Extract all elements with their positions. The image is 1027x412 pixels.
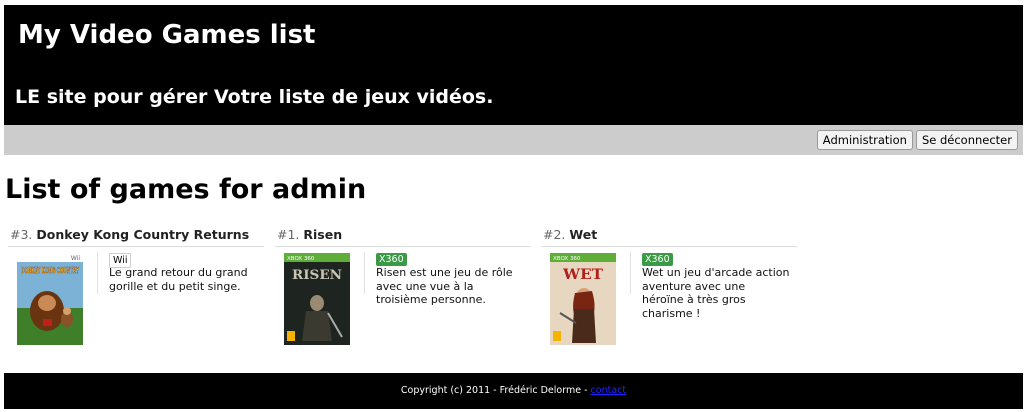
svg-text:RISEN: RISEN <box>292 268 342 283</box>
toolbar-buttons: Administration Se déconnecter <box>816 130 1018 150</box>
game-cover-image[interactable]: XBOX 360 WET <box>550 253 616 345</box>
site-header: My Video Games list LE site pour gérer V… <box>4 5 1023 125</box>
game-description: Wet un jeu d'arcade action aventure avec… <box>642 266 790 320</box>
site-title: My Video Games list <box>18 20 316 50</box>
card-divider <box>630 252 631 294</box>
game-card: #3. Donkey Kong Country Returns Wii DONK… <box>8 226 264 348</box>
admin-toolbar: Administration Se déconnecter <box>4 125 1023 155</box>
game-rank: #1. <box>277 227 300 242</box>
game-description: Le grand retour du grand gorille et du p… <box>109 266 248 293</box>
game-card: #1. Risen XBOX 360 RISEN X360 Risen est … <box>275 226 531 348</box>
platform-badge: X360 <box>642 253 673 266</box>
svg-text:XBOX 360: XBOX 360 <box>287 256 315 262</box>
copyright-text: Copyright (c) 2011 - Frédéric Delorme - <box>400 385 591 396</box>
card-divider <box>97 252 98 294</box>
game-cover-image[interactable]: XBOX 360 RISEN <box>284 253 350 345</box>
svg-text:XBOX 360: XBOX 360 <box>553 256 581 262</box>
game-title-row[interactable]: #2. Wet <box>541 226 797 247</box>
game-card: #2. Wet XBOX 360 WET X360 Wet un jeu d'a… <box>541 226 797 348</box>
svg-text:WET: WET <box>562 267 604 283</box>
game-title-row[interactable]: #3. Donkey Kong Country Returns <box>8 226 264 247</box>
game-name[interactable]: Risen <box>303 227 342 242</box>
game-name[interactable]: Donkey Kong Country Returns <box>36 227 249 242</box>
site-subtitle: LE site pour gérer Votre liste de jeux v… <box>15 86 494 108</box>
svg-text:Wii: Wii <box>71 255 80 262</box>
game-title-row[interactable]: #1. Risen <box>275 226 531 247</box>
game-description: Risen est une jeu de rôle avec une vue à… <box>376 266 513 306</box>
administration-button[interactable]: Administration <box>816 130 913 150</box>
logout-button[interactable]: Se déconnecter <box>915 130 1018 150</box>
game-rank: #3. <box>10 227 33 242</box>
platform-badge: X360 <box>376 253 407 266</box>
svg-text:DONKEY KONG COUNTRY: DONKEY KONG COUNTRY <box>21 266 79 275</box>
game-cover-image[interactable]: Wii DONKEY KONG COUNTRY <box>17 253 83 345</box>
card-divider <box>364 252 365 294</box>
contact-link[interactable]: contact <box>591 385 627 396</box>
page-title: List of games for admin <box>5 174 367 205</box>
game-rank: #2. <box>543 227 566 242</box>
site-footer: Copyright (c) 2011 - Frédéric Delorme - … <box>4 373 1023 409</box>
game-name[interactable]: Wet <box>569 227 597 242</box>
